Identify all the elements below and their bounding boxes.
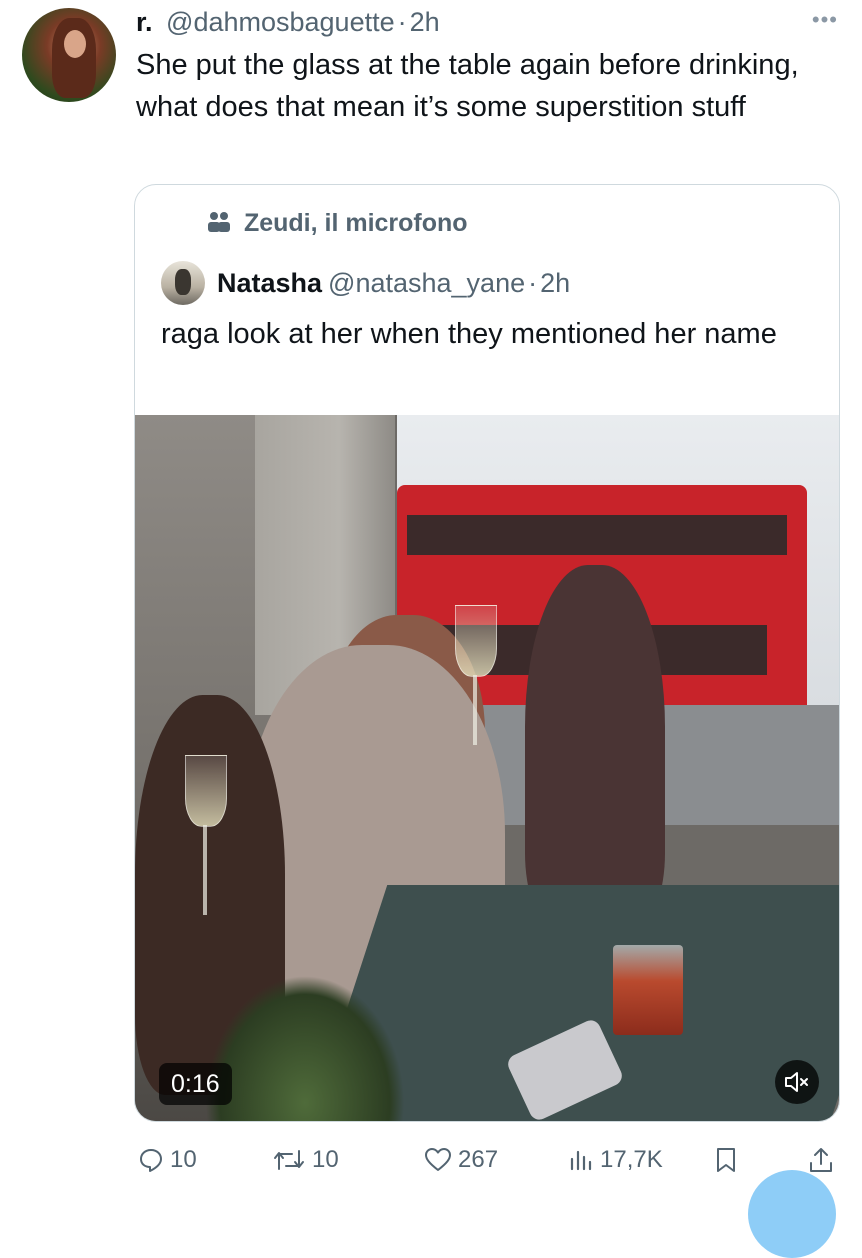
author-avatar[interactable]	[22, 8, 116, 102]
champagne-stem	[473, 675, 477, 745]
author-handle[interactable]: @dahmosbaguette	[166, 7, 395, 37]
reply-icon	[140, 1149, 162, 1172]
author-name[interactable]: r.	[136, 7, 153, 37]
retweet-icon	[274, 1150, 304, 1170]
quote-time[interactable]: 2h	[540, 268, 570, 298]
video-player[interactable]: 0:16	[135, 415, 839, 1121]
retweet-count: 10	[312, 1146, 339, 1173]
quote-author-handle[interactable]: @natasha_yane	[328, 268, 525, 298]
like-count: 267	[458, 1146, 499, 1173]
reply-count: 10	[170, 1146, 197, 1173]
meta-separator: ·	[397, 7, 407, 37]
bookmark-button[interactable]	[714, 1138, 738, 1182]
video-tumbler	[613, 945, 683, 1035]
tweet-time[interactable]: 2h	[410, 7, 440, 37]
video-plant	[205, 975, 405, 1121]
analytics-icon	[570, 1150, 592, 1171]
like-button[interactable]: 267	[424, 1138, 498, 1182]
tweet-text: She put the glass at the table again bef…	[136, 49, 799, 123]
views-count: 17,7K	[600, 1146, 663, 1173]
quote-author-name[interactable]: Natasha	[217, 268, 322, 298]
avatar-face	[64, 30, 86, 58]
champagne-glass	[185, 755, 227, 827]
quote-text: raga look at her when they mentioned her…	[161, 318, 777, 350]
share-icon	[810, 1148, 832, 1172]
bus-window	[407, 515, 787, 555]
community-name: Zeudi, il microfono	[243, 209, 468, 237]
bookmark-icon	[717, 1148, 735, 1172]
quote-avatar[interactable]	[161, 260, 205, 305]
more-icon[interactable]: •••	[812, 9, 838, 31]
video-duration: 0:16	[159, 1063, 232, 1105]
champagne-stem	[203, 825, 207, 915]
champagne-glass	[455, 605, 497, 677]
views-button[interactable]: 17,7K	[568, 1138, 663, 1182]
tweet-header: r. @dahmosbaguette · 2h	[136, 4, 832, 40]
reply-button[interactable]: 10	[138, 1138, 197, 1182]
speaker-muted-icon	[785, 1072, 808, 1092]
mute-button[interactable]	[775, 1060, 819, 1104]
quote-meta-separator: ·	[528, 267, 538, 298]
tweet-actions: 10 10 267 17,7K	[0, 1138, 862, 1182]
heart-icon	[425, 1148, 451, 1171]
video-person	[525, 565, 665, 925]
compose-fab[interactable]	[748, 1170, 836, 1258]
quote-header: Natasha @natasha_yane · 2h	[161, 259, 570, 305]
retweet-button[interactable]: 10	[272, 1138, 339, 1182]
community-label[interactable]: Zeudi, il microfono	[205, 209, 468, 241]
community-icon	[205, 210, 237, 241]
quoted-tweet-card[interactable]: Zeudi, il microfono Natasha @natasha_yane…	[134, 184, 840, 1122]
